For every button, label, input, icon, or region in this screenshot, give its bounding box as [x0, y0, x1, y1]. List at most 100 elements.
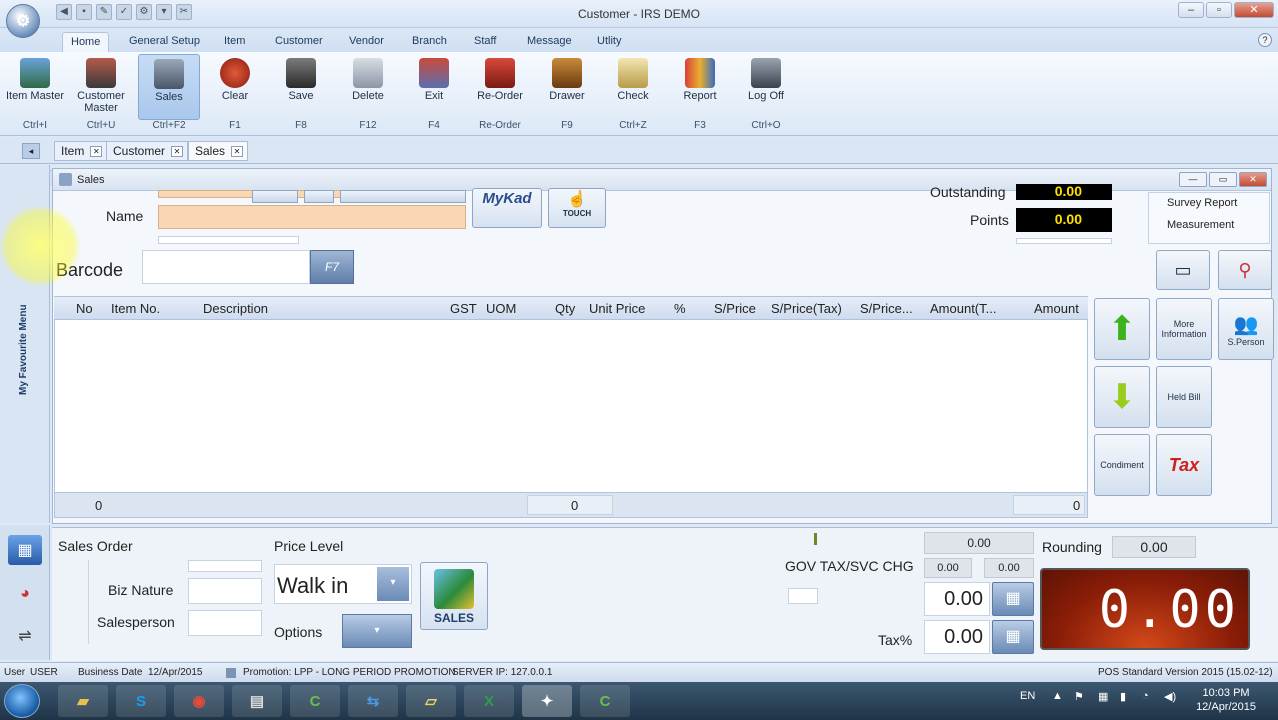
tab-home[interactable]: Home [62, 32, 110, 52]
col-s-price[interactable]: S/Price [714, 301, 756, 316]
tab-utility[interactable]: Utlity [589, 32, 629, 52]
delete-button[interactable]: Delete [337, 54, 399, 120]
doc-tab-item[interactable]: Item ✕ [54, 141, 108, 161]
barcode-input[interactable] [142, 250, 310, 284]
chrome-icon[interactable]: ◉ [174, 685, 224, 717]
name-field[interactable] [158, 205, 466, 229]
files-icon[interactable]: ▱ [406, 685, 456, 717]
items-grid-body[interactable] [54, 320, 1088, 492]
touch-button[interactable]: ☝ TOUCH [548, 188, 606, 228]
report-button[interactable]: Report [669, 54, 731, 120]
chevron-down-icon[interactable]: ▾ [377, 567, 409, 601]
extra-field[interactable] [1016, 238, 1112, 244]
irs-pos-icon[interactable]: ✦ [522, 685, 572, 717]
col-amount[interactable]: Amount [1034, 301, 1079, 316]
doc-tab-customer[interactable]: Customer ✕ [106, 141, 189, 161]
child-close-button[interactable]: ✕ [1239, 172, 1267, 187]
col-s-price-more[interactable]: S/Price... [860, 301, 913, 316]
price-level-select[interactable]: Walk in ▾ [274, 564, 412, 604]
disc-checkbox[interactable] [788, 588, 818, 604]
disc-calculator-icon[interactable]: ▦ [992, 582, 1034, 616]
child-minimize-button[interactable]: — [1179, 172, 1207, 187]
close-tab-icon[interactable]: ✕ [171, 146, 184, 157]
survey-report-link[interactable]: Survey Report [1167, 197, 1237, 209]
tab-item[interactable]: Item [216, 32, 253, 52]
tab-branch[interactable]: Branch [404, 32, 455, 52]
battery-icon[interactable]: ▮ [1120, 690, 1126, 703]
drawer-button[interactable]: Drawer [536, 54, 598, 120]
favourite-menu-panel[interactable]: My Favourite Menu [0, 165, 50, 523]
tab-general-setup[interactable]: General Setup [121, 32, 208, 52]
help-icon[interactable]: ? [1258, 33, 1272, 47]
tray-arrow-icon[interactable]: ▲ [1052, 690, 1063, 702]
logoff-button[interactable]: Log Off [735, 54, 797, 120]
col-item-no[interactable]: Item No. [111, 301, 160, 316]
col-s-price-tax[interactable]: S/Price(Tax) [771, 301, 842, 316]
passport-field[interactable] [158, 236, 299, 244]
biz-nature-field[interactable] [188, 578, 262, 604]
chart-nav-icon[interactable]: ◕ [8, 579, 42, 609]
maximize-button[interactable]: ▫ [1206, 2, 1232, 18]
home-nav-icon[interactable]: ▦ [8, 535, 42, 565]
volume-icon[interactable]: ◀) [1164, 690, 1176, 703]
col-no[interactable]: No [76, 301, 93, 316]
doc-tab-sales[interactable]: Sales ✕ [188, 141, 249, 161]
tab-customer[interactable]: Customer [267, 32, 331, 52]
clear-button[interactable]: Clear [204, 54, 266, 120]
start-button-icon[interactable] [4, 684, 40, 718]
tab-vendor[interactable]: Vendor [341, 32, 392, 52]
exit-button[interactable]: Exit [403, 54, 465, 120]
salesperson-field[interactable] [188, 610, 262, 636]
barcode-search-button[interactable]: F7 [310, 250, 354, 284]
minimize-button[interactable]: – [1178, 2, 1204, 18]
excel-icon[interactable]: X [464, 685, 514, 717]
app-menu-orb-icon[interactable]: ⚙ [6, 4, 40, 38]
col-unit-price[interactable]: Unit Price [589, 301, 645, 316]
reorder-button[interactable]: Re-Order [469, 54, 531, 120]
tab-staff[interactable]: Staff [466, 32, 504, 52]
mykad-button[interactable]: MyKad [472, 188, 542, 228]
tab-message[interactable]: Message [519, 32, 580, 52]
save-toolbar-button[interactable]: Save [270, 54, 332, 120]
col-percent[interactable]: % [674, 301, 686, 316]
network-icon[interactable]: ▦ [1098, 690, 1108, 703]
wifi-icon[interactable]: ◔ [1142, 690, 1149, 702]
account-button-2[interactable] [304, 190, 334, 203]
check-button[interactable]: Check [602, 54, 664, 120]
tax-percent-value[interactable]: 0.00 [924, 620, 990, 654]
close-button[interactable]: ✕ [1234, 2, 1274, 18]
child-restore-button[interactable]: ▭ [1209, 172, 1237, 187]
camtasia-icon[interactable]: C [290, 685, 340, 717]
monitor-button[interactable]: ▭ [1156, 250, 1210, 290]
account-lookup-button[interactable] [252, 190, 298, 203]
options-dropdown[interactable]: ▾ [342, 614, 412, 648]
held-bill-button[interactable]: Held Bill [1156, 366, 1212, 428]
more-information-button[interactable]: More Information [1156, 298, 1212, 360]
move-down-button[interactable]: ⬇ [1094, 366, 1150, 428]
skype-icon[interactable]: S [116, 685, 166, 717]
col-amount-tax[interactable]: Amount(T... [930, 301, 996, 316]
close-tab-icon[interactable]: ✕ [231, 146, 244, 157]
salesperson-button[interactable]: 👥 S.Person [1218, 298, 1274, 360]
customer-master-button[interactable]: Customer Master [70, 54, 132, 120]
tax-calculator-icon[interactable]: ▦ [992, 620, 1034, 654]
explorer-icon[interactable]: ▰ [58, 685, 108, 717]
sales-checkout-button[interactable]: SALES [420, 562, 488, 630]
clock[interactable]: 10:03 PM 12/Apr/2015 [1196, 686, 1256, 714]
folder-icon[interactable]: ▤ [232, 685, 282, 717]
teamviewer-icon[interactable]: ⇆ [348, 685, 398, 717]
sales-button[interactable]: Sales [138, 54, 200, 120]
item-master-button[interactable]: Item Master [4, 54, 66, 120]
action-center-icon[interactable]: ⚑ [1074, 690, 1084, 703]
move-up-button[interactable]: ⬆ [1094, 298, 1150, 360]
col-uom[interactable]: UOM [486, 301, 516, 316]
col-qty[interactable]: Qty [555, 301, 575, 316]
search-customer-button[interactable]: ⚲ [1218, 250, 1272, 290]
col-gst[interactable]: GST [450, 301, 477, 316]
tax-button[interactable]: Tax [1156, 434, 1212, 496]
condiment-button[interactable]: Condiment [1094, 434, 1150, 496]
disc-value[interactable]: 0.00 [924, 582, 990, 616]
website-field[interactable] [188, 560, 262, 572]
measurement-link[interactable]: Measurement [1167, 219, 1234, 231]
settings-nav-icon[interactable]: ⇌ [8, 621, 42, 651]
